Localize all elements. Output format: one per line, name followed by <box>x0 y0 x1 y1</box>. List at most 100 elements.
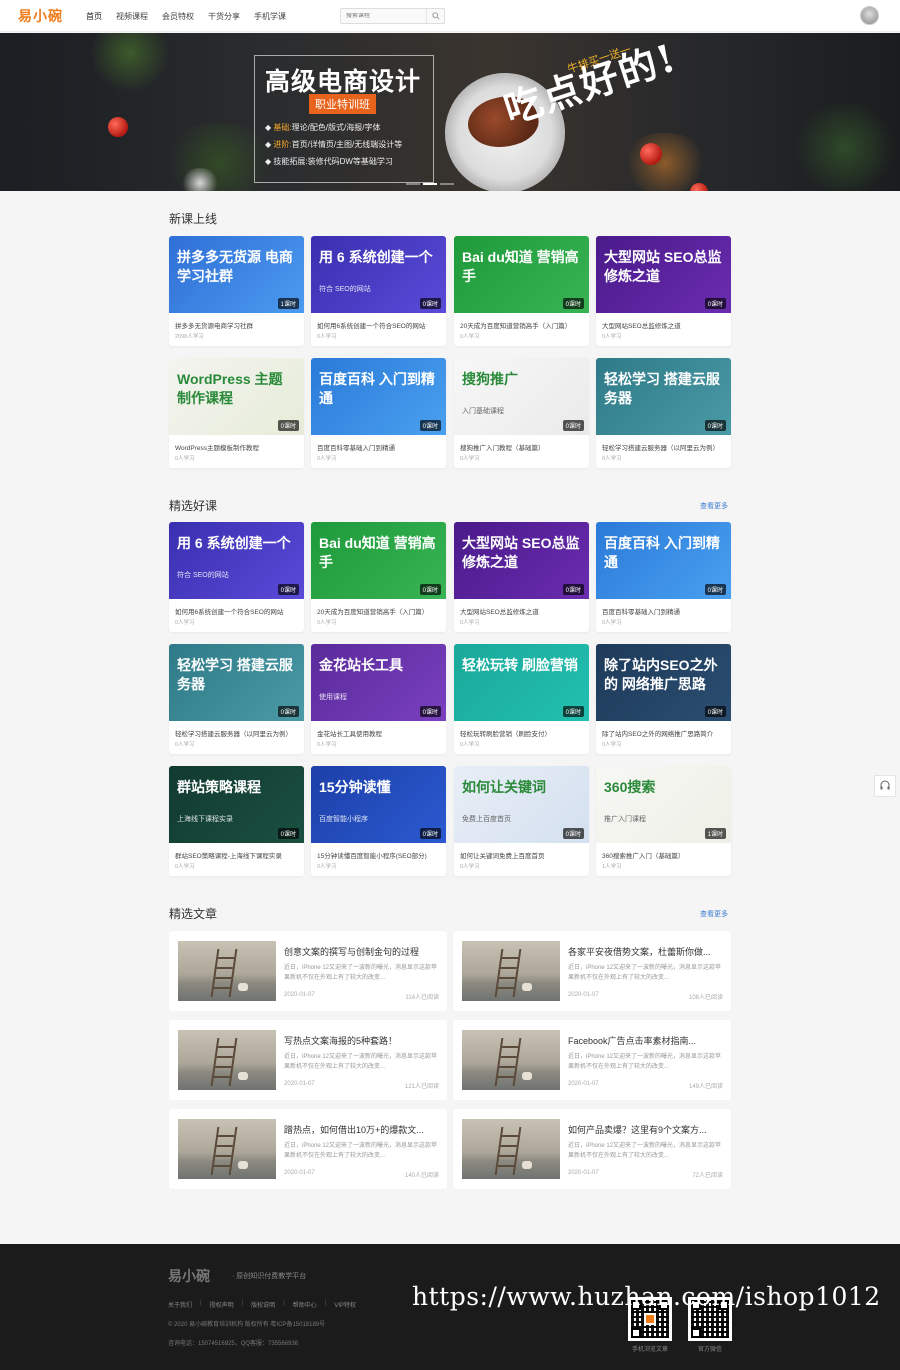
course-cover[interactable]: 轻松学习 搭建云服务器 0课时 <box>169 644 304 721</box>
course-title[interactable]: 群站SEO策略课程-上海线下课程实录 <box>175 850 298 860</box>
course-card[interactable]: 拼多多无货源 电商学习社群 1课时 拼多多无货源电商学习社群 2098人学习 <box>169 236 304 346</box>
article-thumbnail[interactable] <box>462 941 560 1001</box>
course-card[interactable]: 用 6 系统创建一个 符合 SEO的网站 0课时如何用6系统创建一个符合SEO的网站… <box>169 522 304 632</box>
course-card[interactable]: 金花站长工具 使用课程 0课时 金花站长工具使用教程 0人学习 <box>311 644 446 754</box>
banner-dot[interactable] <box>440 183 454 185</box>
article-card[interactable]: 创意文案的撰写与创制金句的过程 近日，iPhone 12又迎来了一波新的曝光，消息… <box>169 931 447 1011</box>
article-title[interactable]: 写热点文案海报的5种套路！ <box>284 1034 439 1047</box>
course-title[interactable]: 拼多多无货源电商学习社群 <box>175 320 298 330</box>
article-card[interactable]: 各家平安夜借势文案，杜蕾斯你做... 近日，iPhone 12又迎来了一波新的曝光… <box>453 931 731 1011</box>
articles-more-link[interactable]: 查看更多 <box>700 909 728 919</box>
article-title[interactable]: 蹭热点，如何借出10万+的爆款文... <box>284 1123 439 1136</box>
course-card[interactable]: 360搜索 推广入门课程 1课时 360搜索推广入门（基础篇） 1人学习 <box>596 766 731 876</box>
footer-link-copyright[interactable]: 版权说明 <box>251 1300 275 1309</box>
footer-link-vip[interactable]: VIP特权 <box>334 1300 356 1309</box>
course-cover[interactable]: 360搜索 推广入门课程 1课时 <box>596 766 731 843</box>
course-title[interactable]: 如何让关键词免费上百度首页 <box>460 850 583 860</box>
course-title[interactable]: 金花站长工具使用教程 <box>317 728 440 738</box>
nav-mobile[interactable]: 手机学课 <box>254 11 286 22</box>
course-cover[interactable]: 百度百科 入门到精通 0课时 <box>311 358 446 435</box>
course-title[interactable]: 搜狗推广入门教程（基础篇） <box>460 442 583 452</box>
search-input[interactable] <box>341 13 426 19</box>
article-thumbnail[interactable] <box>178 941 276 1001</box>
article-card[interactable]: 写热点文案海报的5种套路！ 近日，iPhone 12又迎来了一波新的曝光，消息显示… <box>169 1020 447 1100</box>
course-card[interactable]: 轻松学习 搭建云服务器 0课时 轻松学习搭建云服务器（以阿里云为例） 0人学习 <box>169 644 304 754</box>
lesson-count-badge: 0课时 <box>277 706 299 717</box>
nav-home[interactable]: 首页 <box>86 11 102 22</box>
site-logo[interactable]: 易小碗 <box>18 6 63 26</box>
course-cover[interactable]: 如何让关键词 免费上百度首页 0课时 <box>454 766 589 843</box>
course-cover[interactable]: Bai du知道 营销高手 0课时 <box>454 236 589 313</box>
course-card[interactable]: 百度百科 入门到精通 0课时 百度百科零基础入门到精通 0人学习 <box>596 522 731 632</box>
course-title[interactable]: 轻松学习搭建云服务器（以阿里云为例） <box>175 728 298 738</box>
banner-dot-active[interactable] <box>423 183 437 185</box>
course-cover[interactable]: 15分钟读懂 百度智能小程序 0课时 <box>311 766 446 843</box>
course-cover[interactable]: 大型网站 SEO总监修炼之道 0课时 <box>454 522 589 599</box>
course-card[interactable]: 如何让关键词 免费上百度首页 0课时 如何让关键词免费上百度首页 0人学习 <box>454 766 589 876</box>
course-cover[interactable]: 搜狗推广 入门基础课程 0课时 <box>454 358 589 435</box>
course-cover[interactable]: 百度百科 入门到精通 0课时 <box>596 522 731 599</box>
course-title[interactable]: 20天成为百度知道营销高手（入门篇） <box>317 606 440 616</box>
course-card[interactable]: 群站策略课程 上海线下课程实录 0课时 群站SEO策略课程-上海线下课程实录 0人学习 <box>169 766 304 876</box>
customer-service-button[interactable] <box>874 775 896 797</box>
course-title[interactable]: 大型网站SEO总监修炼之道 <box>602 320 725 330</box>
course-title[interactable]: WordPress主题模板制作教程 <box>175 442 298 452</box>
course-cover[interactable]: 金花站长工具 使用课程 0课时 <box>311 644 446 721</box>
course-title[interactable]: 百度百科零基础入门到精通 <box>602 606 725 616</box>
course-card[interactable]: 轻松学习 搭建云服务器 0课时 轻松学习搭建云服务器（以阿里云为例） 0人学习 <box>596 358 731 468</box>
course-card[interactable]: 用 6 系统创建一个 符合 SEO的网站 0课时如何用6系统创建一个符合SEO的网站… <box>311 236 446 346</box>
course-card[interactable]: 大型网站 SEO总监修炼之道 0课时 大型网站SEO总监修炼之道 0人学习 <box>454 522 589 632</box>
article-card[interactable]: Facebook广告点击率素材指南... 近日，iPhone 12又迎来了一波新的… <box>453 1020 731 1100</box>
course-title[interactable]: 除了站内SEO之外的网络推广思路简介 <box>602 728 725 738</box>
course-cover[interactable]: 大型网站 SEO总监修炼之道 0课时 <box>596 236 731 313</box>
article-thumbnail[interactable] <box>178 1030 276 1090</box>
course-cover[interactable]: 轻松学习 搭建云服务器 0课时 <box>596 358 731 435</box>
article-title[interactable]: 各家平安夜借势文案，杜蕾斯你做... <box>568 945 723 958</box>
search-button[interactable] <box>426 9 444 23</box>
course-title[interactable]: 轻松学习搭建云服务器（以阿里云为例） <box>602 442 725 452</box>
article-title[interactable]: 如何产品卖爆？这里有9个文案方... <box>568 1123 723 1136</box>
course-card[interactable]: Bai du知道 营销高手 0课时 20天成为百度知道营销高手（入门篇） 0人学习 <box>311 522 446 632</box>
article-title[interactable]: 创意文案的撰写与创制金句的过程 <box>284 945 439 958</box>
article-card[interactable]: 如何产品卖爆？这里有9个文案方... 近日，iPhone 12又迎来了一波新的曝光… <box>453 1109 731 1189</box>
article-card[interactable]: 蹭热点，如何借出10万+的爆款文... 近日，iPhone 12又迎来了一波新的曝… <box>169 1109 447 1189</box>
footer-link-about[interactable]: 关于我们 <box>168 1300 192 1309</box>
course-cover[interactable]: 轻松玩转 刷脸营销 0课时 <box>454 644 589 721</box>
course-title[interactable]: 如何用6系统创建一个符合SEO的网站 <box>175 606 298 616</box>
course-card[interactable]: Bai du知道 营销高手 0课时 20天成为百度知道营销高手（入门篇） 0人学习 <box>454 236 589 346</box>
course-title[interactable]: 百度百科零基础入门到精通 <box>317 442 440 452</box>
course-cover[interactable]: 用 6 系统创建一个 符合 SEO的网站 0课时 <box>311 236 446 313</box>
hero-banner[interactable]: 高级电商设计 职业特训班 ◆ 基础:理论/配色/版式/海报/字体 ◆ 进阶:首页… <box>0 33 900 191</box>
course-card[interactable]: WordPress 主题制作课程 0课时 WordPress主题模板制作教程 0人学习 <box>169 358 304 468</box>
course-cover[interactable]: 用 6 系统创建一个 符合 SEO的网站 0课时 <box>169 522 304 599</box>
course-card[interactable]: 轻松玩转 刷脸营销 0课时 轻松玩转刷脸营销（刷脸支付） 0人学习 <box>454 644 589 754</box>
course-title[interactable]: 360搜索推广入门（基础篇） <box>602 850 725 860</box>
nav-video-courses[interactable]: 视频课程 <box>116 11 148 22</box>
user-avatar[interactable] <box>860 6 879 25</box>
article-title[interactable]: Facebook广告点击率素材指南... <box>568 1034 723 1047</box>
course-card[interactable]: 百度百科 入门到精通 0课时 百度百科零基础入门到精通 0人学习 <box>311 358 446 468</box>
course-cover[interactable]: WordPress 主题制作课程 0课时 <box>169 358 304 435</box>
course-title[interactable]: 20天成为百度知道营销高手（入门篇） <box>460 320 583 330</box>
article-thumbnail[interactable] <box>462 1119 560 1179</box>
footer-link-help[interactable]: 帮助中心 <box>293 1300 317 1309</box>
nav-vip[interactable]: 会员特权 <box>162 11 194 22</box>
article-thumbnail[interactable] <box>462 1030 560 1090</box>
course-card[interactable]: 搜狗推广 入门基础课程 0课时 搜狗推广入门教程（基础篇） 0人学习 <box>454 358 589 468</box>
course-cover[interactable]: Bai du知道 营销高手 0课时 <box>311 522 446 599</box>
banner-dot[interactable] <box>406 183 420 185</box>
article-thumbnail[interactable] <box>178 1119 276 1179</box>
course-title[interactable]: 如何用6系统创建一个符合SEO的网站 <box>317 320 440 330</box>
course-cover[interactable]: 拼多多无货源 电商学习社群 1课时 <box>169 236 304 313</box>
footer-link-license[interactable]: 授权声明 <box>210 1300 234 1309</box>
course-title[interactable]: 轻松玩转刷脸营销（刷脸支付） <box>460 728 583 738</box>
course-title[interactable]: 15分钟读懂百度智能小程序(SEO部分) <box>317 850 440 860</box>
course-card[interactable]: 15分钟读懂 百度智能小程序 0课时 15分钟读懂百度智能小程序(SEO部分) 0人学习 <box>311 766 446 876</box>
course-cover[interactable]: 除了站内SEO之外的 网络推广思路 0课时 <box>596 644 731 721</box>
featured-more-link[interactable]: 查看更多 <box>700 501 728 511</box>
course-card[interactable]: 大型网站 SEO总监修炼之道 0课时 大型网站SEO总监修炼之道 0人学习 <box>596 236 731 346</box>
course-cover[interactable]: 群站策略课程 上海线下课程实录 0课时 <box>169 766 304 843</box>
course-card[interactable]: 除了站内SEO之外的 网络推广思路 0课时 除了站内SEO之外的网络推广思路简介 0人… <box>596 644 731 754</box>
course-title[interactable]: 大型网站SEO总监修炼之道 <box>460 606 583 616</box>
nav-articles[interactable]: 干货分享 <box>208 11 240 22</box>
